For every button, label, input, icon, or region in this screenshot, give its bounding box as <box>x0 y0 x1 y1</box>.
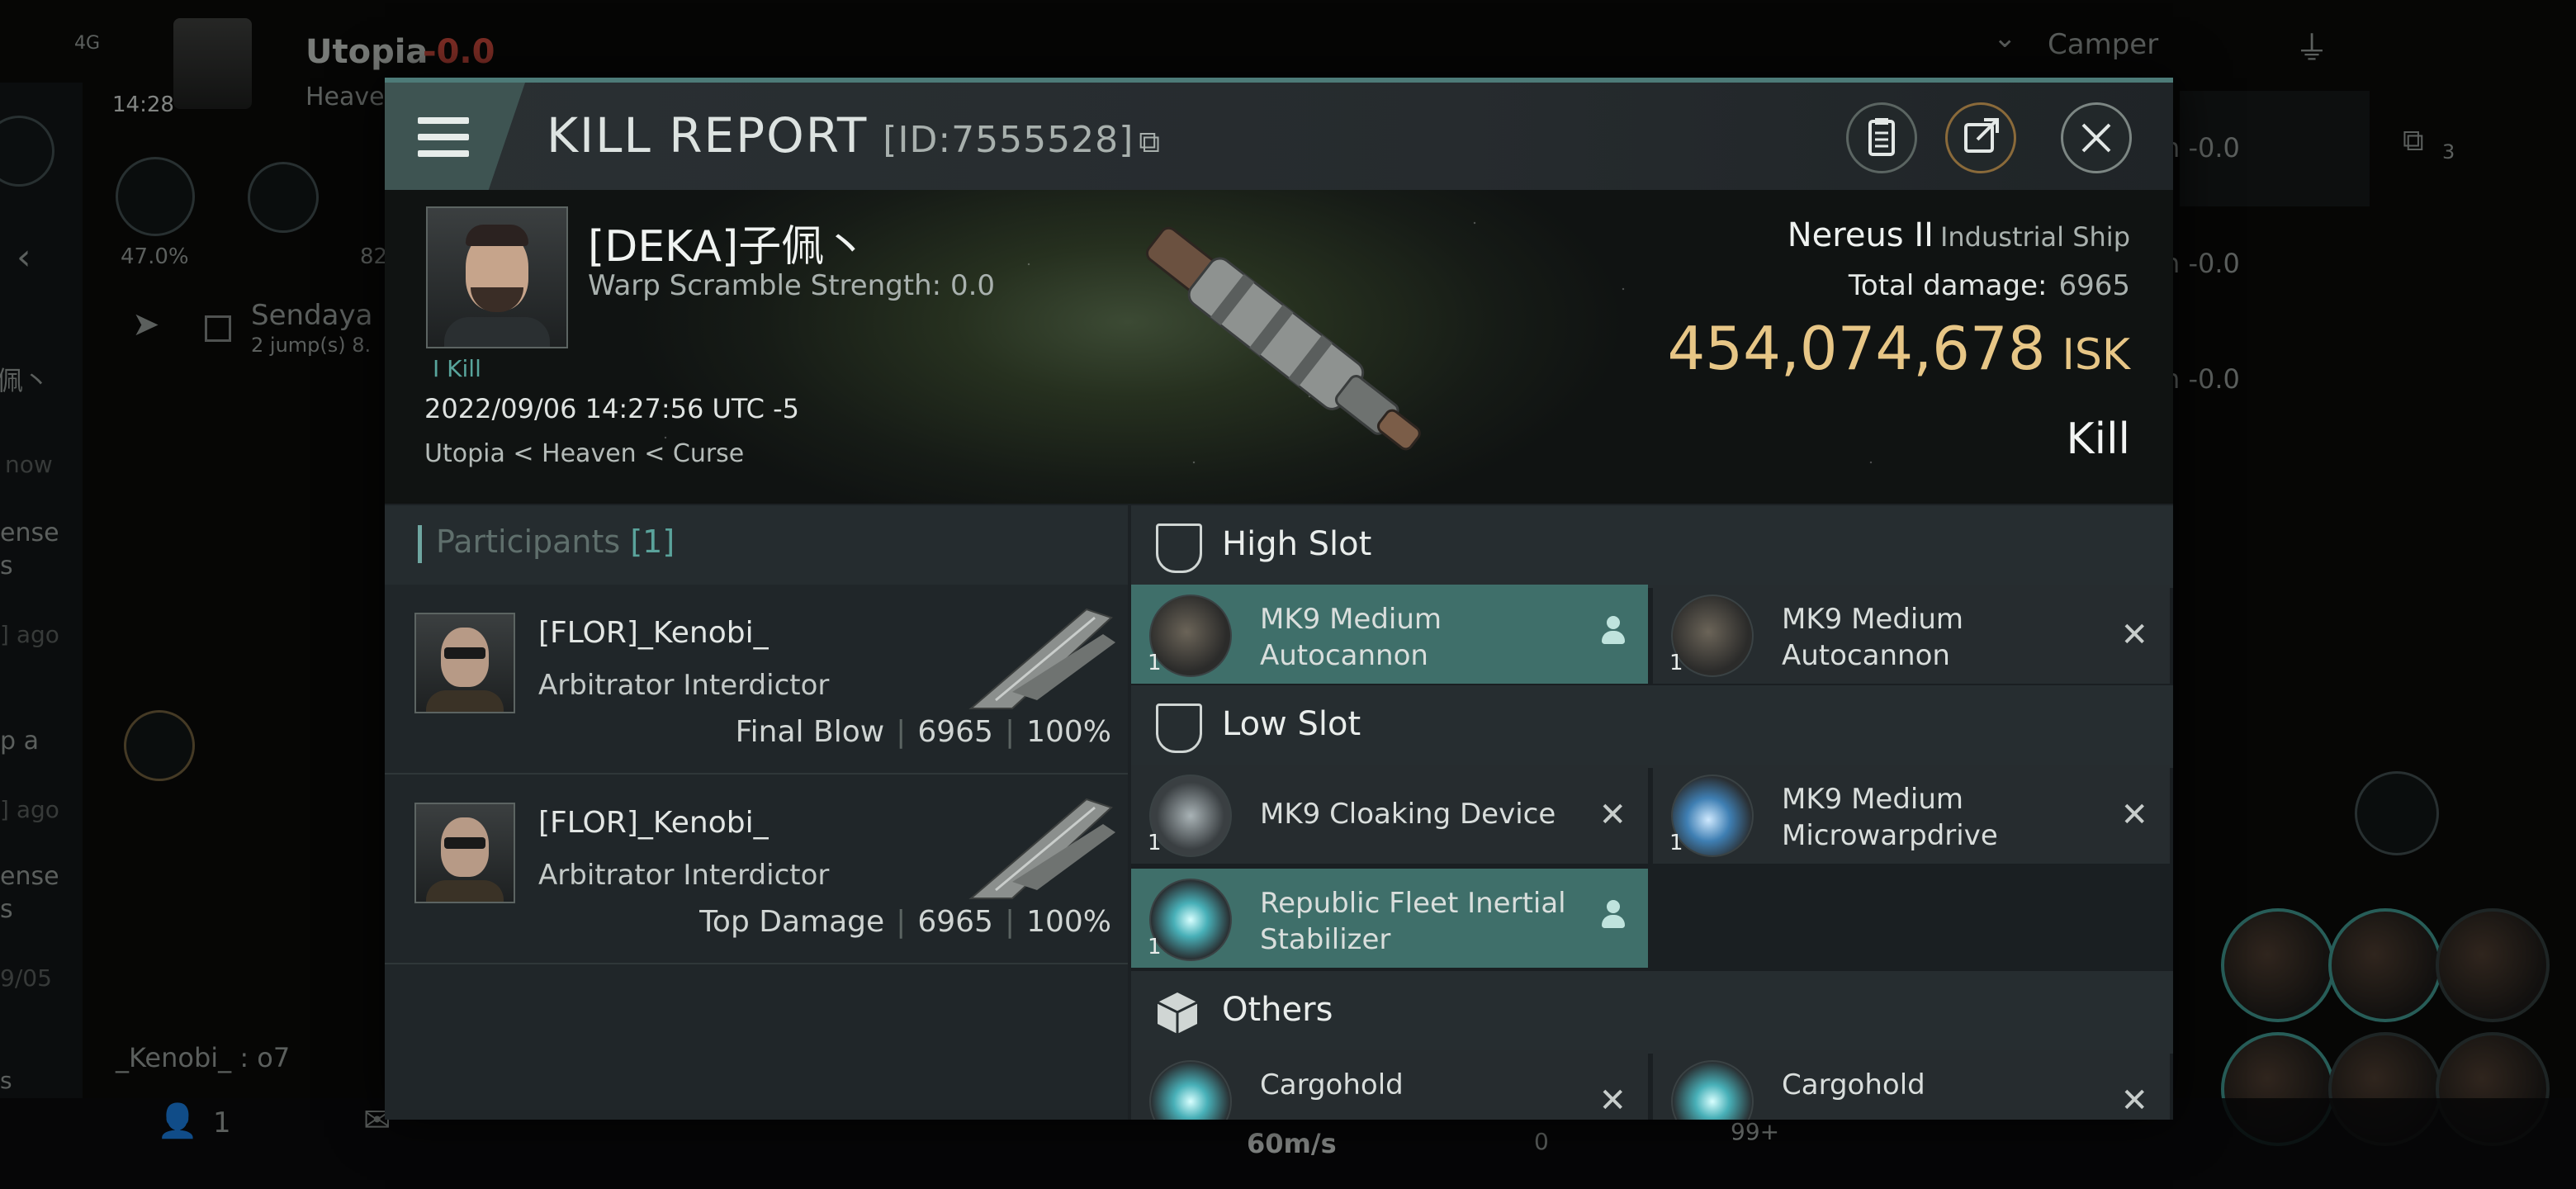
cloaking-device-icon <box>1149 775 1232 857</box>
low-slot-header: Low Slot <box>1131 685 2173 768</box>
high-slot-label: High Slot <box>1222 525 1372 563</box>
total-damage-label: Total damage: <box>1848 269 2048 302</box>
warp-scramble-strength: Warp Scramble Strength: 0.0 <box>588 269 996 302</box>
clipboard-button[interactable] <box>1846 102 1917 173</box>
others-label: Others <box>1222 991 1333 1029</box>
participant-stats: Final Blow | 6965 | 100% <box>735 715 1111 749</box>
kill-summary: [DEKA]子佩丶 Warp Scramble Strength: 0.0 I … <box>385 190 2173 504</box>
kill-location[interactable]: Utopia < Heaven < Curse <box>424 439 744 468</box>
kill-timestamp: 2022/09/06 14:27:56 UTC -5 <box>424 393 800 424</box>
participant-percent: 100% <box>1026 715 1111 749</box>
dialog-title: KILL REPORT [ID:7555528] ⧉ <box>547 107 1162 163</box>
low-slot-label: Low Slot <box>1222 705 1361 743</box>
report-id: [ID:7555528] <box>883 119 1134 161</box>
low-slot-icon <box>1156 703 1202 753</box>
item-name: MK9 Medium Autocannon <box>1782 603 1964 672</box>
participant-role: Final Blow <box>735 715 885 749</box>
participants-label: Participants <box>436 523 621 560</box>
inertial-stabilizer-icon <box>1149 879 1232 961</box>
item-quantity: 1 <box>1669 1116 1683 1120</box>
fitting-item[interactable]: 1 Republic Fleet Inertial Stabilizer <box>1131 869 1648 968</box>
dialog-header: KILL REPORT [ID:7555528] ⧉ <box>385 83 2173 190</box>
others-header: Others <box>1131 971 2173 1054</box>
participant-portrait[interactable] <box>414 803 515 903</box>
title-text: KILL REPORT <box>547 107 869 163</box>
kill-tag: I Kill <box>433 355 481 382</box>
destroyed-x-icon: ✕ <box>2120 796 2148 834</box>
item-name: Cargohold <box>1260 1068 1404 1101</box>
total-damage-value: 6965 <box>2058 269 2130 302</box>
cargohold-icon <box>1671 1060 1754 1120</box>
ship-name[interactable]: Nereus II Industrial Ship <box>1788 216 2130 254</box>
participant-role: Top Damage <box>699 905 885 939</box>
dropped-person-icon <box>1597 898 1630 935</box>
participant-portrait[interactable] <box>414 613 515 713</box>
kill-report-dialog: KILL REPORT [ID:7555528] ⧉ [DEKA]子佩丶 Warp … <box>385 78 2173 1120</box>
fitting-item[interactable]: 1 MK9 Medium Autocannon ✕ <box>1653 585 2170 684</box>
participant-stats: Top Damage | 6965 | 100% <box>699 905 1111 939</box>
autocannon-icon <box>1149 594 1232 677</box>
ship-name-text: Nereus II <box>1787 216 1934 254</box>
total-damage: Total damage: 6965 <box>1849 269 2130 302</box>
microwarpdrive-icon <box>1671 775 1754 857</box>
fitting-item[interactable]: 1 MK9 Medium Microwarpdrive ✕ <box>1653 765 2170 864</box>
destroyed-x-icon: ✕ <box>2120 1082 2148 1120</box>
ship-image[interactable] <box>1111 190 1458 495</box>
participant-row[interactable]: [FLOR]_Kenobi_ Arbitrator Interdictor Fi… <box>385 585 1128 775</box>
participant-ship-icon <box>968 608 1115 709</box>
participant-ship-icon <box>968 798 1115 899</box>
fitting-item[interactable]: 1 MK9 Medium Autocannon <box>1131 585 1648 684</box>
cube-icon <box>1157 992 1198 1034</box>
participant-damage: 6965 <box>917 715 993 749</box>
participant-percent: 100% <box>1026 905 1111 939</box>
item-quantity: 1 <box>1669 831 1683 855</box>
participant-ship: Arbitrator Interdictor <box>538 859 830 892</box>
cargohold-icon <box>1149 1060 1232 1120</box>
participants-header: Participants [1] <box>385 505 1128 585</box>
participant-damage: 6965 <box>917 905 993 939</box>
item-quantity: 1 <box>1148 935 1162 959</box>
isk-amount: 454,074,678 <box>1667 314 2046 383</box>
menu-button[interactable] <box>385 83 525 190</box>
item-quantity: 1 <box>1669 651 1683 675</box>
destroyed-x-icon: ✕ <box>2120 616 2148 654</box>
item-name: MK9 Medium Microwarpdrive <box>1782 783 1998 852</box>
high-slot-icon <box>1156 523 1202 573</box>
dropped-person-icon <box>1597 614 1630 651</box>
isk-value: 454,074,678 ISK <box>1667 314 2130 383</box>
participants-panel: Participants [1] [FLOR]_Kenobi_ Arbitrat… <box>385 505 1128 1120</box>
close-icon <box>2081 123 2111 153</box>
participant-name[interactable]: [FLOR]_Kenobi_ <box>538 806 769 840</box>
fitting-item[interactable]: 1 Cargohold ✕ <box>1131 1050 1648 1120</box>
fitting-panel: High Slot 1 MK9 Medium Autocannon 1 MK9 … <box>1131 505 2173 1120</box>
victim-portrait[interactable] <box>426 206 568 348</box>
share-button[interactable] <box>1945 102 2016 173</box>
participant-row[interactable]: [FLOR]_Kenobi_ Arbitrator Interdictor To… <box>385 775 1128 964</box>
item-name: Cargohold <box>1782 1068 1925 1101</box>
participant-ship: Arbitrator Interdictor <box>538 669 830 702</box>
hamburger-icon <box>418 117 469 167</box>
high-slot-header: High Slot <box>1131 505 2173 588</box>
item-quantity: 1 <box>1148 1116 1162 1120</box>
destroyed-x-icon: ✕ <box>1598 1082 1627 1120</box>
item-name: MK9 Medium Autocannon <box>1260 603 1442 672</box>
autocannon-icon <box>1671 594 1754 677</box>
share-icon <box>1964 118 1999 153</box>
copy-id-icon[interactable]: ⧉ <box>1139 126 1162 159</box>
kill-result: Kill <box>2066 414 2130 464</box>
destroyed-x-icon: ✕ <box>1598 796 1627 834</box>
participants-count: [1] <box>630 523 675 560</box>
close-button[interactable] <box>2061 102 2132 173</box>
ship-class: Industrial Ship <box>1939 221 2130 253</box>
fitting-item[interactable]: 1 Cargohold ✕ <box>1653 1050 2170 1120</box>
fitting-item[interactable]: 1 MK9 Cloaking Device ✕ <box>1131 765 1648 864</box>
participant-name[interactable]: [FLOR]_Kenobi_ <box>538 616 769 650</box>
victim-name[interactable]: [DEKA]子佩丶 <box>588 211 867 273</box>
item-name: MK9 Cloaking Device <box>1260 798 1556 831</box>
clipboard-icon <box>1868 118 1895 156</box>
item-quantity: 1 <box>1148 831 1162 855</box>
item-quantity: 1 <box>1148 651 1162 675</box>
isk-unit: ISK <box>2062 330 2130 380</box>
item-name: Republic Fleet Inertial Stabilizer <box>1260 887 1566 956</box>
